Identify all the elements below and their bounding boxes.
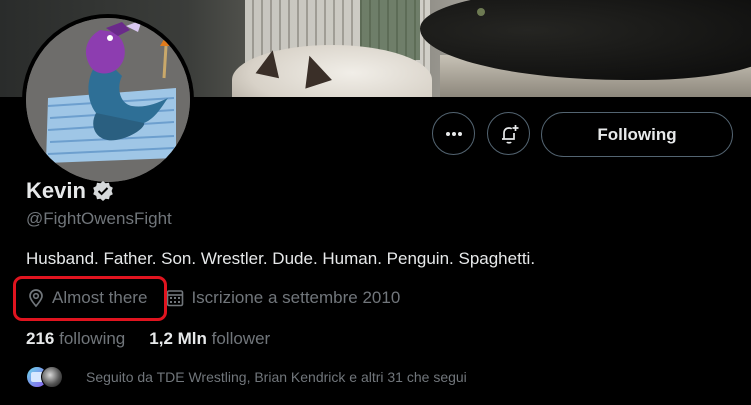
bell-plus-icon [501,124,518,144]
more-icon [445,131,462,136]
profile-name-row: Kevin [26,178,114,204]
followers-count-link[interactable]: 1,2 Mln follower [149,329,270,349]
profile-joined: Iscrizione a settembre 2010 [165,288,400,308]
following-count-link[interactable]: 216 following [26,329,125,349]
banner-cat-eye [477,8,485,16]
profile-counts: 216 following 1,2 Mln follower [26,329,294,349]
profile-name: Kevin [26,178,86,203]
red-highlight-annotation [13,276,167,321]
followed-by-text: Seguito da TDE Wrestling, Brian Kendrick… [86,369,467,385]
followed-by-avatars [26,366,74,388]
avatar-image [26,18,190,182]
followed-by-link[interactable]: Seguito da TDE Wrestling, Brian Kendrick… [26,366,467,388]
joined-text: Iscrizione a settembre 2010 [191,288,401,307]
following-button-label: Following [597,124,677,144]
following-button[interactable]: Following [541,112,733,157]
calendar-icon [167,290,184,307]
followers-label: follower [211,329,271,348]
verified-badge-icon[interactable] [92,180,114,202]
mini-avatar [41,366,63,388]
more-options-button[interactable] [432,112,475,155]
profile-handle: @FightOwensFight [26,209,172,228]
profile-bio: Husband. Father. Son. Wrestler. Dude. Hu… [26,249,536,268]
followers-count: 1,2 Mln [149,329,207,348]
following-label: following [59,329,126,348]
avatar[interactable] [22,14,194,186]
notifications-button[interactable] [487,112,530,155]
following-count: 216 [26,329,55,348]
